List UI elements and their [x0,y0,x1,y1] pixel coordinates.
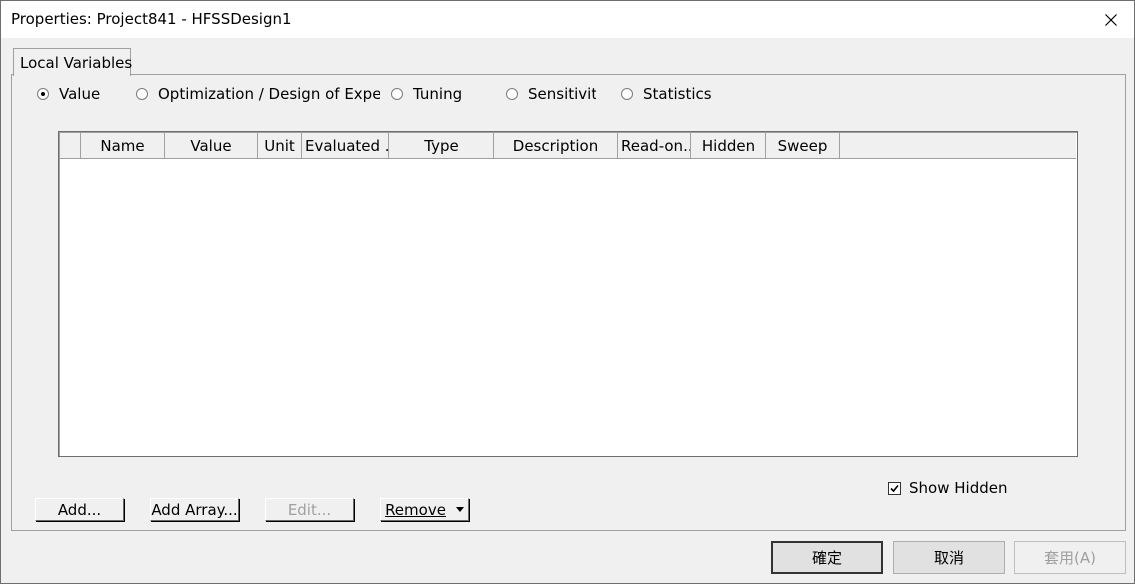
add-array-button[interactable]: Add Array... [150,498,239,521]
radio-button-icon [37,88,49,100]
edit-button[interactable]: Edit... [265,498,354,521]
show-hidden-label: Show Hidden [909,479,1008,497]
remove-label: Remove [385,500,446,519]
properties-dialog: Properties: Project841 - HFSSDesign1 Loc… [0,0,1135,584]
window-title: Properties: Project841 - HFSSDesign1 [11,10,292,28]
radio-label: Statistics [643,85,712,103]
add-button[interactable]: Add... [35,498,124,521]
column-header-value[interactable]: Value [165,133,258,158]
column-header-evaluated[interactable]: Evaluated ... [302,133,389,158]
column-header-name[interactable]: Name [81,133,165,158]
radio-optimization[interactable]: Optimization / Design of Experir [136,85,380,103]
radio-button-icon [506,88,518,100]
close-button[interactable] [1088,1,1134,38]
checkmark-icon [890,484,899,492]
tab-local-variables[interactable]: Local Variables [13,48,133,76]
radio-value[interactable]: Value [37,85,127,103]
radio-button-icon [621,88,633,100]
radio-button-icon [391,88,403,100]
apply-button[interactable]: 套用(A) [1014,541,1126,574]
radio-label: Value [59,85,101,103]
radio-label: Tuning [413,85,463,103]
checkbox-icon [888,481,901,495]
dropdown-arrow-icon [455,507,464,512]
radio-tuning[interactable]: Tuning [391,85,491,103]
cancel-button[interactable]: 取消 [893,541,1005,574]
tab-label: Local Variables [20,54,133,72]
close-icon [1105,13,1117,26]
column-header-type[interactable]: Type [390,133,494,158]
show-hidden-checkbox[interactable]: Show Hidden [888,479,1007,497]
radio-statistics[interactable]: Statistics [621,85,721,103]
radio-label: Optimization / Design of Experir [158,85,380,103]
ok-button[interactable]: 確定 [771,541,883,574]
column-header-read-only[interactable]: Read-on... [618,133,691,158]
radio-sensitivity[interactable]: Sensitivity [506,85,596,103]
radio-label: Sensitivity [528,85,596,103]
column-header-sweep[interactable]: Sweep [766,133,840,158]
title-bar: Properties: Project841 - HFSSDesign1 [1,1,1134,38]
column-header-selector[interactable] [60,133,81,158]
column-header-description[interactable]: Description [494,133,618,158]
grid-header: Name Value Unit Evaluated ... Type Descr… [60,133,1076,159]
variables-grid[interactable]: Name Value Unit Evaluated ... Type Descr… [58,131,1078,457]
column-header-unit[interactable]: Unit [258,133,302,158]
column-header-hidden[interactable]: Hidden [692,133,766,158]
remove-button[interactable]: Remove [380,498,469,521]
radio-button-icon [136,88,148,100]
